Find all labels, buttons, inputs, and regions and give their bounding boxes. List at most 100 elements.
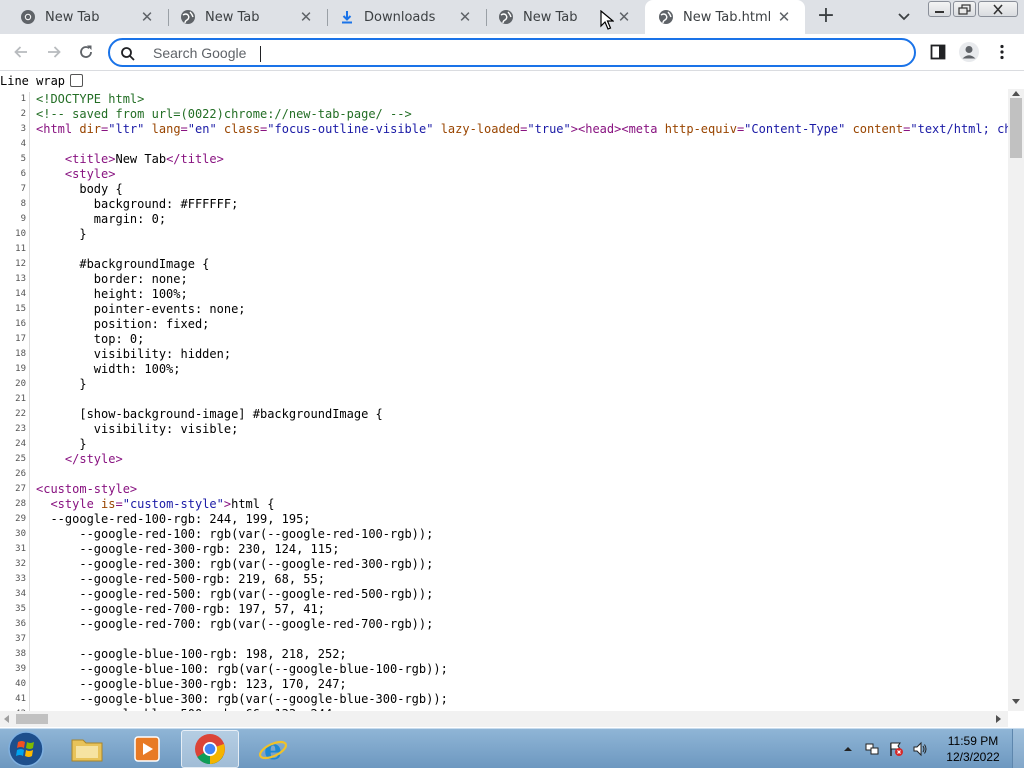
close-icon[interactable]: ✕ xyxy=(138,8,156,26)
scroll-right-icon[interactable] xyxy=(996,715,1001,723)
line-number: 6 xyxy=(20,169,26,179)
system-tray xyxy=(840,729,936,768)
source-line: --google-blue-100-rgb: 198, 218, 252; xyxy=(36,647,1008,662)
line-number: 23 xyxy=(15,424,26,434)
line-number: 16 xyxy=(15,319,26,329)
line-number: 40 xyxy=(15,679,26,689)
source-token: --google-blue-100-rgb: 198, 218, 252; xyxy=(36,647,347,661)
tab-new-tab-2[interactable]: New Tab ✕ xyxy=(168,0,327,34)
source-token: <html xyxy=(36,122,80,136)
start-button[interactable] xyxy=(0,730,52,768)
line-number: 9 xyxy=(20,214,26,224)
source-token: [show-background-image] #backgroundImage… xyxy=(36,407,383,421)
tab-new-tab-html[interactable]: New Tab.html ✕ xyxy=(645,0,805,34)
action-center-flag-icon[interactable] xyxy=(888,741,904,757)
taskbar-file-explorer[interactable] xyxy=(58,730,116,768)
folder-icon xyxy=(71,739,103,762)
show-desktop-button[interactable] xyxy=(1012,729,1024,768)
close-icon[interactable]: ✕ xyxy=(775,8,793,26)
profile-button[interactable] xyxy=(956,39,982,65)
network-icon[interactable] xyxy=(864,741,880,757)
scroll-left-icon[interactable] xyxy=(4,715,9,723)
back-button[interactable] xyxy=(8,39,34,65)
line-number: 36 xyxy=(15,619,26,629)
vertical-scroll-thumb[interactable] xyxy=(1010,98,1022,158)
source-token: is xyxy=(101,497,116,511)
taskbar-chrome[interactable] xyxy=(181,730,239,768)
search-icon xyxy=(120,46,136,62)
source-line xyxy=(36,137,1008,152)
source-token: "focus-outline-visible" xyxy=(267,122,434,136)
line-number: 27 xyxy=(15,484,26,494)
close-window-button[interactable] xyxy=(978,1,1018,17)
line-number: 32 xyxy=(15,559,26,569)
line-number: 3 xyxy=(20,124,26,134)
restore-button[interactable] xyxy=(953,1,976,17)
browser-window: New Tab ✕ New Tab ✕ Downloads ✕ New Tab … xyxy=(0,0,1024,768)
source-token xyxy=(36,497,50,511)
line-number: 10 xyxy=(15,229,26,239)
line-number: 1 xyxy=(20,94,26,104)
source-token xyxy=(217,122,224,136)
mouse-cursor-icon xyxy=(600,10,614,30)
source-token xyxy=(36,452,65,466)
taskbar-internet-explorer[interactable]: e xyxy=(244,730,302,768)
reload-button[interactable] xyxy=(73,39,99,65)
close-icon[interactable]: ✕ xyxy=(297,8,315,26)
line-number: 31 xyxy=(15,544,26,554)
source-token: visibility: visible; xyxy=(36,422,239,436)
source-line: --google-red-300: rgb(var(--google-red-3… xyxy=(36,557,1008,572)
tab-downloads[interactable]: Downloads ✕ xyxy=(327,0,486,34)
system-clock[interactable]: 11:59 PM 12/3/2022 xyxy=(945,733,1001,765)
line-number: 11 xyxy=(15,244,26,254)
volume-icon[interactable] xyxy=(912,741,928,757)
horizontal-scroll-thumb[interactable] xyxy=(16,714,48,724)
source-line: } xyxy=(36,437,1008,452)
forward-button[interactable] xyxy=(41,39,67,65)
source-token: --google-blue-300: rgb(var(--google-blue… xyxy=(36,692,448,706)
minimize-button[interactable] xyxy=(928,1,951,17)
globe-icon xyxy=(658,9,674,25)
search-input[interactable] xyxy=(153,43,853,63)
media-player-icon xyxy=(134,736,160,762)
source-line xyxy=(36,242,1008,257)
source-line xyxy=(36,632,1008,647)
vertical-scrollbar[interactable] xyxy=(1008,89,1024,711)
source-token: <style xyxy=(50,497,102,511)
scroll-up-icon[interactable] xyxy=(1012,91,1020,96)
source-line: <style is="custom-style">html { xyxy=(36,497,1008,512)
scroll-down-icon[interactable] xyxy=(1012,699,1020,704)
source-token: visibility: hidden; xyxy=(36,347,232,361)
source-token xyxy=(144,122,151,136)
source-token: height: 100%; xyxy=(36,287,188,301)
tab-search-icon[interactable] xyxy=(895,9,913,25)
tab-label: New Tab xyxy=(205,9,260,25)
source-line: --google-red-100-rgb: 244, 199, 195; xyxy=(36,512,1008,527)
source-line: body { xyxy=(36,182,1008,197)
menu-button[interactable] xyxy=(989,39,1015,65)
text-caret xyxy=(260,46,261,62)
clock-time: 11:59 PM xyxy=(947,734,999,748)
source-token: } xyxy=(36,377,87,391)
line-number: 30 xyxy=(15,529,26,539)
close-icon[interactable]: ✕ xyxy=(615,8,633,26)
source-code: <!DOCTYPE html> <!-- saved from url=(0022… xyxy=(36,92,1008,711)
taskbar: e 11:59 PM 12/3/2022 xyxy=(0,728,1024,768)
line-number: 2 xyxy=(20,109,26,119)
new-tab-button[interactable]: + xyxy=(815,5,837,28)
taskbar-media-player[interactable] xyxy=(118,730,176,768)
side-panel-button[interactable] xyxy=(925,39,951,65)
source-line: <html dir="ltr" lang="en" class="focus-o… xyxy=(36,122,1008,137)
source-line: background: #FFFFFF; xyxy=(36,197,1008,212)
horizontal-scrollbar[interactable] xyxy=(0,711,1008,727)
source-token xyxy=(845,122,852,136)
toolbar xyxy=(0,34,1024,71)
source-token: = xyxy=(180,122,188,136)
line-wrap-checkbox[interactable] xyxy=(70,74,84,87)
source-token: <title> xyxy=(64,152,116,166)
close-icon[interactable]: ✕ xyxy=(456,8,474,26)
tab-new-tab-1[interactable]: New Tab ✕ xyxy=(0,0,168,34)
tab-new-tab-3[interactable]: New Tab ✕ xyxy=(486,0,645,34)
show-hidden-icons-icon[interactable] xyxy=(840,741,856,757)
address-bar[interactable] xyxy=(108,38,916,67)
